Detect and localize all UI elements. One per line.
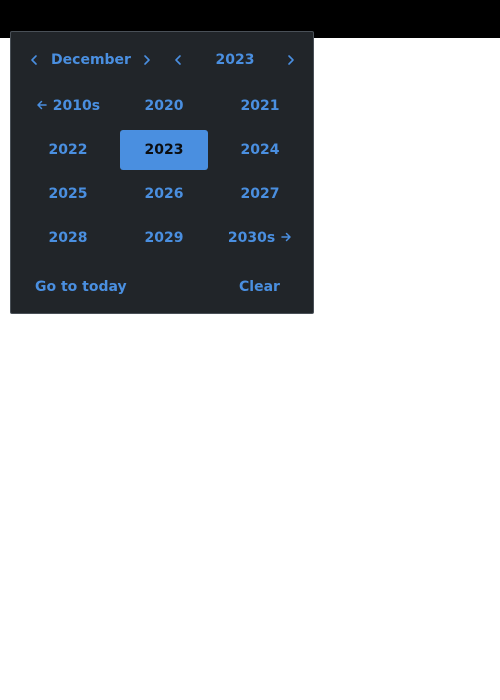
year-cell[interactable]: 2021 bbox=[216, 86, 304, 126]
year-cell[interactable]: 2020 bbox=[120, 86, 208, 126]
year-cell[interactable]: 2028 bbox=[24, 218, 112, 258]
year-cell[interactable]: 2026 bbox=[120, 174, 208, 214]
next-decade-button[interactable]: 2030s bbox=[216, 218, 304, 258]
year-cell[interactable]: 2029 bbox=[120, 218, 208, 258]
date-picker-popup: December 2023 2010s 2020 2021 2022 2023 … bbox=[10, 31, 314, 314]
prev-decade-button[interactable]: 2010s bbox=[24, 86, 112, 126]
next-month-button[interactable] bbox=[135, 48, 159, 72]
year-cell[interactable]: 2027 bbox=[216, 174, 304, 214]
chevron-right-icon bbox=[288, 55, 294, 65]
arrow-left-icon bbox=[37, 100, 47, 109]
go-to-today-button[interactable]: Go to today bbox=[35, 275, 127, 299]
prev-year-button[interactable] bbox=[166, 48, 190, 72]
clear-button[interactable]: Clear bbox=[239, 275, 280, 299]
next-year-button[interactable] bbox=[279, 48, 303, 72]
year-cell[interactable]: 2022 bbox=[24, 130, 112, 170]
year-cell-selected[interactable]: 2023 bbox=[120, 130, 208, 170]
month-select[interactable]: December bbox=[49, 48, 133, 72]
next-decade-label: 2030s bbox=[227, 230, 276, 246]
chevron-left-icon bbox=[175, 55, 181, 65]
prev-month-button[interactable] bbox=[22, 48, 46, 72]
arrow-right-icon bbox=[281, 232, 291, 241]
chevron-left-icon bbox=[31, 55, 37, 65]
picker-header: December 2023 bbox=[11, 32, 313, 86]
prev-decade-label: 2010s bbox=[52, 98, 101, 114]
year-cell[interactable]: 2025 bbox=[24, 174, 112, 214]
year-select[interactable]: 2023 bbox=[195, 48, 275, 72]
chevron-right-icon bbox=[144, 55, 150, 65]
year-cell[interactable]: 2024 bbox=[216, 130, 304, 170]
